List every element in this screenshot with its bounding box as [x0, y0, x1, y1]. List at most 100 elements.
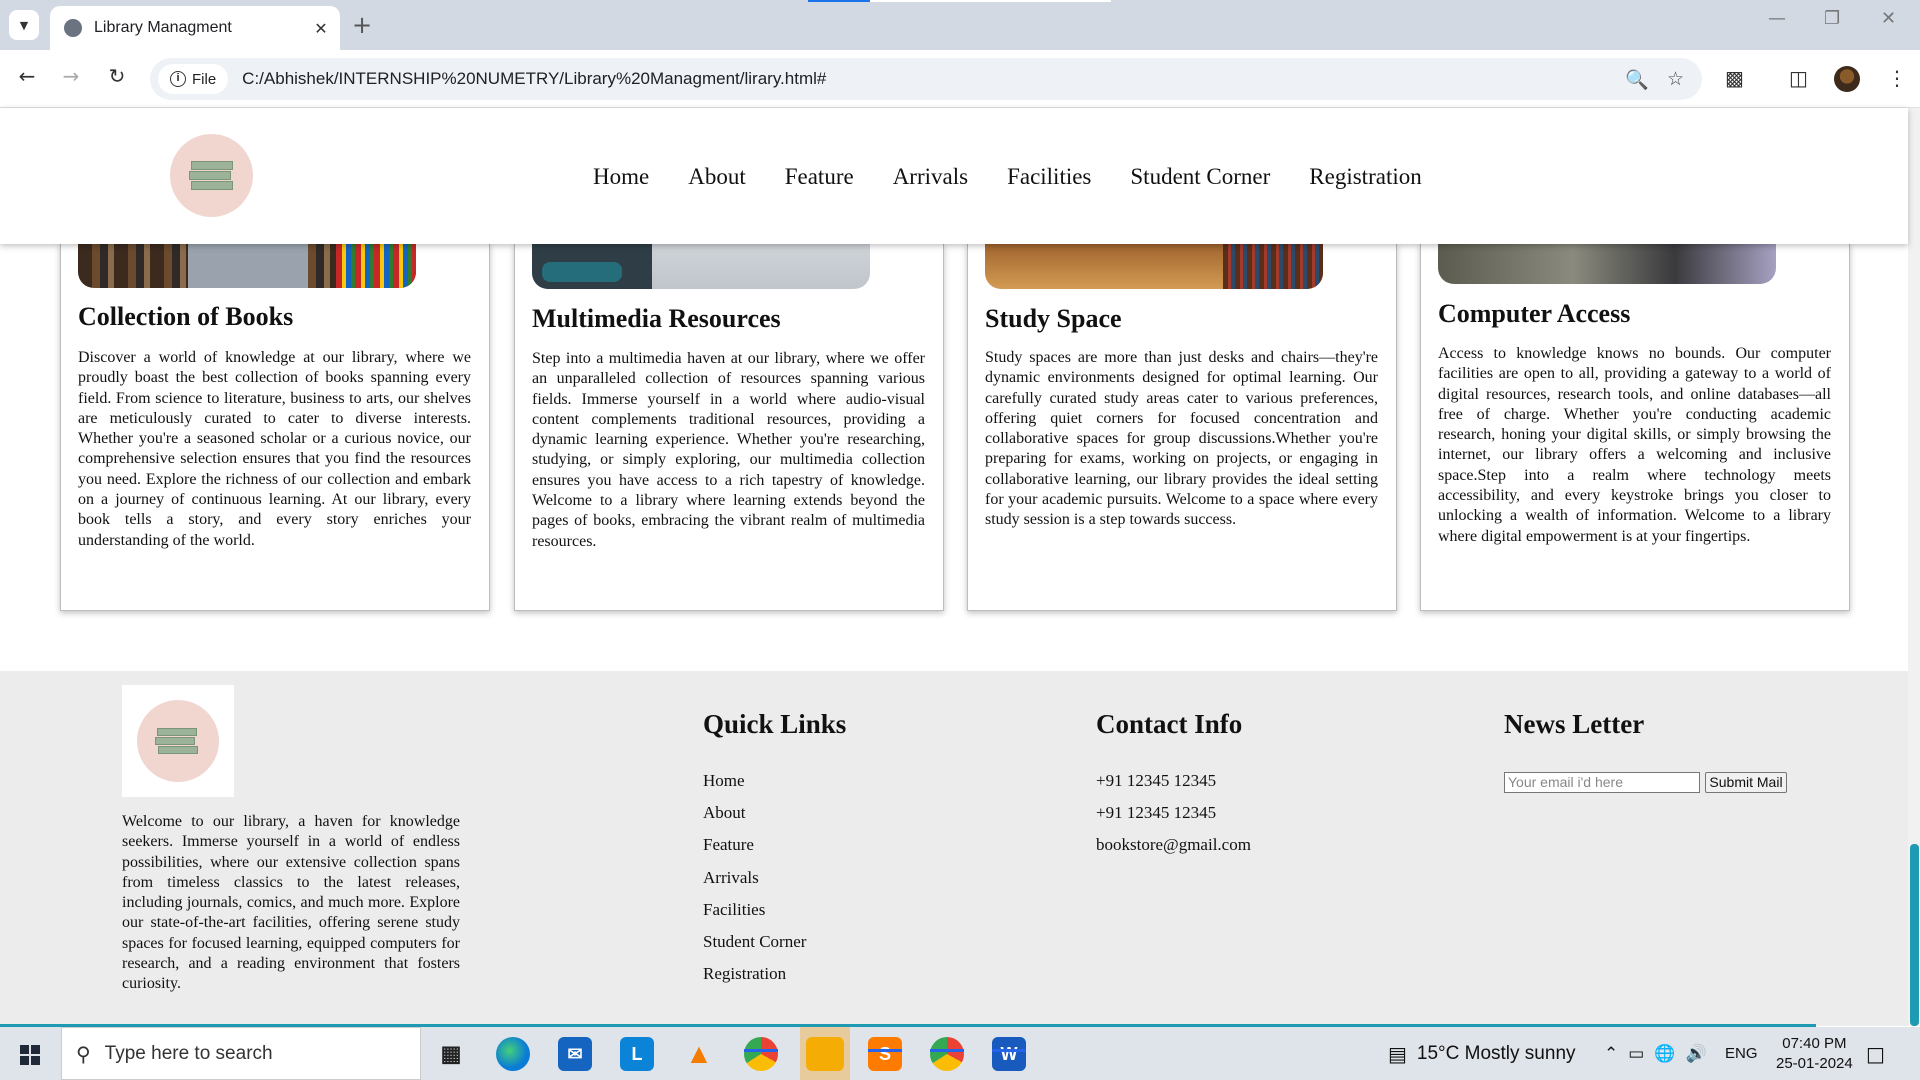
- footer-about-text: Welcome to our library, a haven for know…: [122, 813, 460, 993]
- computer-access-image: [1438, 244, 1776, 284]
- footer-link-about[interactable]: About: [703, 803, 746, 823]
- search-icon: ⚲: [76, 1041, 91, 1066]
- chrome-icon[interactable]: [744, 1037, 778, 1071]
- taskbar-search-box[interactable]: ⚲ Type here to search: [61, 1027, 421, 1080]
- browser-toolbar: ← → ↻ i File C:/Abhishek/INTERNSHIP%20NU…: [0, 50, 1920, 108]
- close-icon[interactable]: ✕: [308, 19, 334, 38]
- task-view-icon[interactable]: ▦: [434, 1037, 468, 1071]
- restore-button[interactable]: ❐: [1824, 8, 1840, 29]
- vlc-icon[interactable]: ▲: [682, 1037, 716, 1071]
- weather-icon: ▤: [1388, 1041, 1407, 1066]
- nav-facilities[interactable]: Facilities: [1007, 164, 1091, 190]
- nav-arrivals[interactable]: Arrivals: [893, 164, 968, 190]
- word-icon[interactable]: W: [992, 1037, 1026, 1071]
- address-bar[interactable]: i File C:/Abhishek/INTERNSHIP%20NUMETRY/…: [150, 58, 1702, 100]
- site-footer: Welcome to our library, a haven for know…: [0, 671, 1908, 1026]
- battery-icon[interactable]: ▭: [1628, 1044, 1644, 1064]
- books-icon: [187, 159, 237, 193]
- footer-link-home[interactable]: Home: [703, 771, 745, 791]
- study-space-image: [985, 244, 1323, 289]
- windows-start-icon[interactable]: [20, 1045, 40, 1065]
- globe-icon: [64, 19, 82, 37]
- chevron-up-icon[interactable]: ⌃: [1604, 1044, 1618, 1064]
- active-app-highlight: [800, 1027, 850, 1080]
- menu-kebab-icon[interactable]: ⋮: [1887, 66, 1907, 90]
- new-tab-button[interactable]: +: [352, 10, 372, 40]
- notifications-icon[interactable]: □: [1866, 1027, 1885, 1080]
- footer-link-facilities[interactable]: Facilities: [703, 900, 765, 920]
- footer-link-feature[interactable]: Feature: [703, 835, 754, 855]
- contact-email[interactable]: bookstore@gmail.com: [1096, 835, 1251, 855]
- browser-tab-active[interactable]: Library Managment ✕: [50, 6, 340, 50]
- l-app-icon[interactable]: L: [620, 1037, 654, 1071]
- mail-icon[interactable]: ✉: [558, 1037, 592, 1071]
- info-icon: i: [170, 71, 186, 87]
- edge-browser-icon[interactable]: [496, 1037, 530, 1071]
- newsletter-heading: News Letter: [1504, 709, 1645, 739]
- nav-student-corner[interactable]: Student Corner: [1130, 164, 1270, 190]
- browser-tab-bar: ▼ Library Managment ✕ + — ❐ ✕: [0, 0, 1920, 50]
- url-text[interactable]: C:/Abhishek/INTERNSHIP%20NUMETRY/Library…: [242, 69, 1625, 89]
- nav-home[interactable]: Home: [593, 164, 649, 190]
- chrome-profile-icon[interactable]: [930, 1037, 964, 1071]
- card-description: Step into a multimedia haven at our libr…: [532, 350, 925, 550]
- reload-icon[interactable]: ↻: [102, 64, 132, 88]
- facility-card-books: Collection of Books Discover a world of …: [60, 244, 490, 611]
- profile-avatar[interactable]: [1834, 66, 1860, 92]
- library-logo[interactable]: [170, 134, 253, 217]
- card-title: Study Space: [985, 304, 1122, 333]
- tab-title: Library Managment: [94, 19, 232, 36]
- clock-date: 25-01-2024: [1776, 1054, 1853, 1072]
- nav-registration[interactable]: Registration: [1309, 164, 1421, 190]
- back-arrow-icon[interactable]: ←: [12, 64, 42, 88]
- footer-link-registration[interactable]: Registration: [703, 964, 786, 984]
- minimize-button[interactable]: —: [1768, 8, 1786, 29]
- taskbar-search-placeholder: Type here to search: [104, 1042, 273, 1064]
- tab-search-button[interactable]: ▼: [9, 10, 39, 40]
- window-close-button[interactable]: ✕: [1881, 8, 1896, 29]
- volume-icon[interactable]: 🔊: [1685, 1044, 1706, 1064]
- multimedia-image: [532, 244, 870, 289]
- network-icon[interactable]: 🌐: [1654, 1044, 1675, 1064]
- running-indicator: [868, 1049, 902, 1052]
- bookmark-star-icon[interactable]: ☆: [1667, 68, 1684, 90]
- running-indicator: [930, 1049, 964, 1052]
- card-description: Access to knowledge knows no bounds. Our…: [1438, 345, 1831, 545]
- clock-time: 07:40 PM: [1782, 1034, 1847, 1052]
- footer-link-arrivals[interactable]: Arrivals: [703, 868, 759, 888]
- contact-phone: +91 12345 12345: [1096, 803, 1217, 822]
- site-header: Home About Feature Arrivals Facilities S…: [0, 108, 1908, 244]
- facilities-section: Collection of Books Discover a world of …: [0, 244, 1908, 671]
- language-indicator[interactable]: ENG: [1725, 1027, 1758, 1080]
- nav-feature[interactable]: Feature: [785, 164, 854, 190]
- main-nav: Home About Feature Arrivals Facilities S…: [593, 164, 1422, 190]
- facility-card-computer-access: Computer Access Access to knowledge know…: [1420, 244, 1850, 611]
- weather-text: 15°C Mostly sunny: [1416, 1042, 1576, 1064]
- clock[interactable]: 07:40 PM 25-01-2024: [1776, 1027, 1853, 1080]
- system-tray: ⌃ ▭ 🌐 🔊: [1604, 1027, 1707, 1080]
- books-icon: [137, 700, 219, 782]
- running-indicator: [744, 1049, 778, 1052]
- nav-about[interactable]: About: [688, 164, 746, 190]
- card-title: Computer Access: [1438, 299, 1631, 328]
- card-description: Study spaces are more than just desks an…: [985, 349, 1378, 529]
- extensions-icon[interactable]: ▩: [1725, 66, 1744, 90]
- site-info-chip[interactable]: i File: [158, 64, 229, 94]
- weather-widget[interactable]: ▤ 15°C Mostly sunny: [1388, 1027, 1576, 1080]
- contact-info-heading: Contact Info: [1096, 709, 1243, 739]
- page-load-indicator: [808, 0, 1111, 2]
- card-title: Multimedia Resources: [532, 304, 781, 333]
- zoom-icon[interactable]: 🔍: [1625, 68, 1649, 91]
- card-description: Discover a world of knowledge at our lib…: [78, 349, 471, 549]
- submit-mail-button[interactable]: Submit Mail: [1705, 772, 1787, 793]
- scrollbar-thumb[interactable]: [1910, 844, 1919, 1026]
- newsletter-email-input[interactable]: Your email i'd here: [1504, 772, 1700, 793]
- card-title: Collection of Books: [78, 302, 294, 331]
- footer-logo[interactable]: [122, 685, 234, 797]
- forward-arrow-icon[interactable]: →: [56, 64, 86, 88]
- sublime-text-icon[interactable]: S: [868, 1037, 902, 1071]
- side-panel-icon[interactable]: ◫: [1789, 66, 1808, 90]
- footer-link-student-corner[interactable]: Student Corner: [703, 932, 806, 952]
- facility-card-multimedia: Multimedia Resources Step into a multime…: [514, 244, 944, 611]
- chevron-down-icon: ▼: [19, 18, 29, 32]
